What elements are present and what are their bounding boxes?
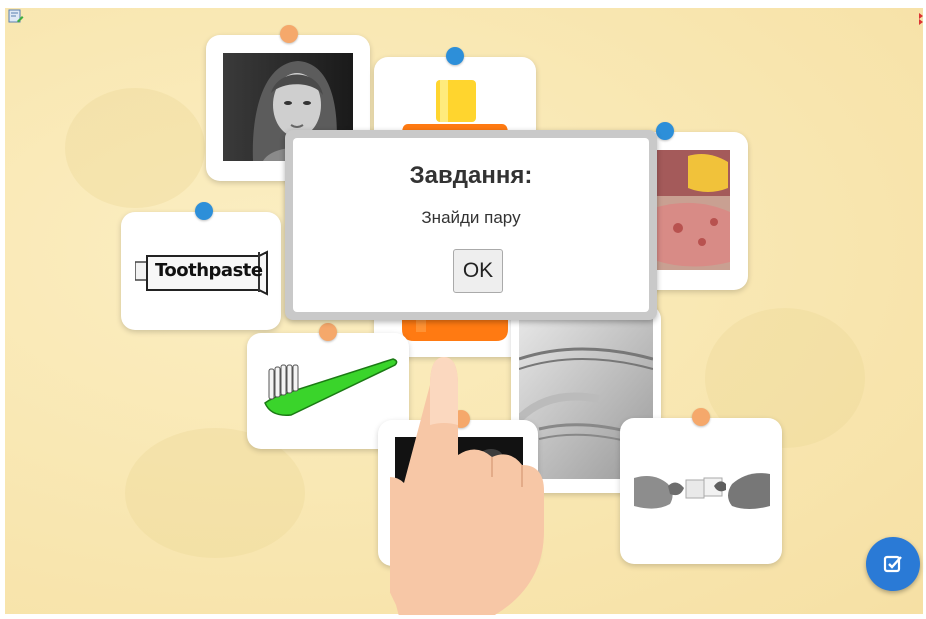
edit-help-icon[interactable]	[8, 8, 24, 24]
card-puzzle-hands[interactable]	[620, 408, 782, 564]
card-toothpaste[interactable]: Toothpaste	[121, 202, 281, 330]
pin	[280, 25, 298, 43]
pin	[319, 323, 337, 341]
pointing-hand-icon	[390, 357, 544, 615]
task-dialog: Завдання: Знайди пару OK	[285, 130, 657, 320]
pin	[446, 47, 464, 65]
dialog-body: Завдання: Знайди пару OK	[293, 138, 649, 312]
dialog-message: Знайди пару	[421, 208, 521, 227]
resize-icon[interactable]	[918, 12, 924, 26]
pin	[195, 202, 213, 220]
puzzle-hands-photo	[634, 448, 770, 534]
toothpaste-label: Toothpaste	[155, 260, 263, 281]
check-button[interactable]	[866, 537, 920, 591]
check-square-icon	[883, 555, 902, 573]
toothbrush	[264, 358, 398, 416]
dialog-title: Завдання:	[409, 162, 533, 189]
board-texture	[65, 88, 205, 208]
pin	[692, 408, 710, 426]
ok-button[interactable]: OK	[453, 249, 503, 293]
pin	[656, 122, 674, 140]
soap-photo	[654, 150, 730, 270]
